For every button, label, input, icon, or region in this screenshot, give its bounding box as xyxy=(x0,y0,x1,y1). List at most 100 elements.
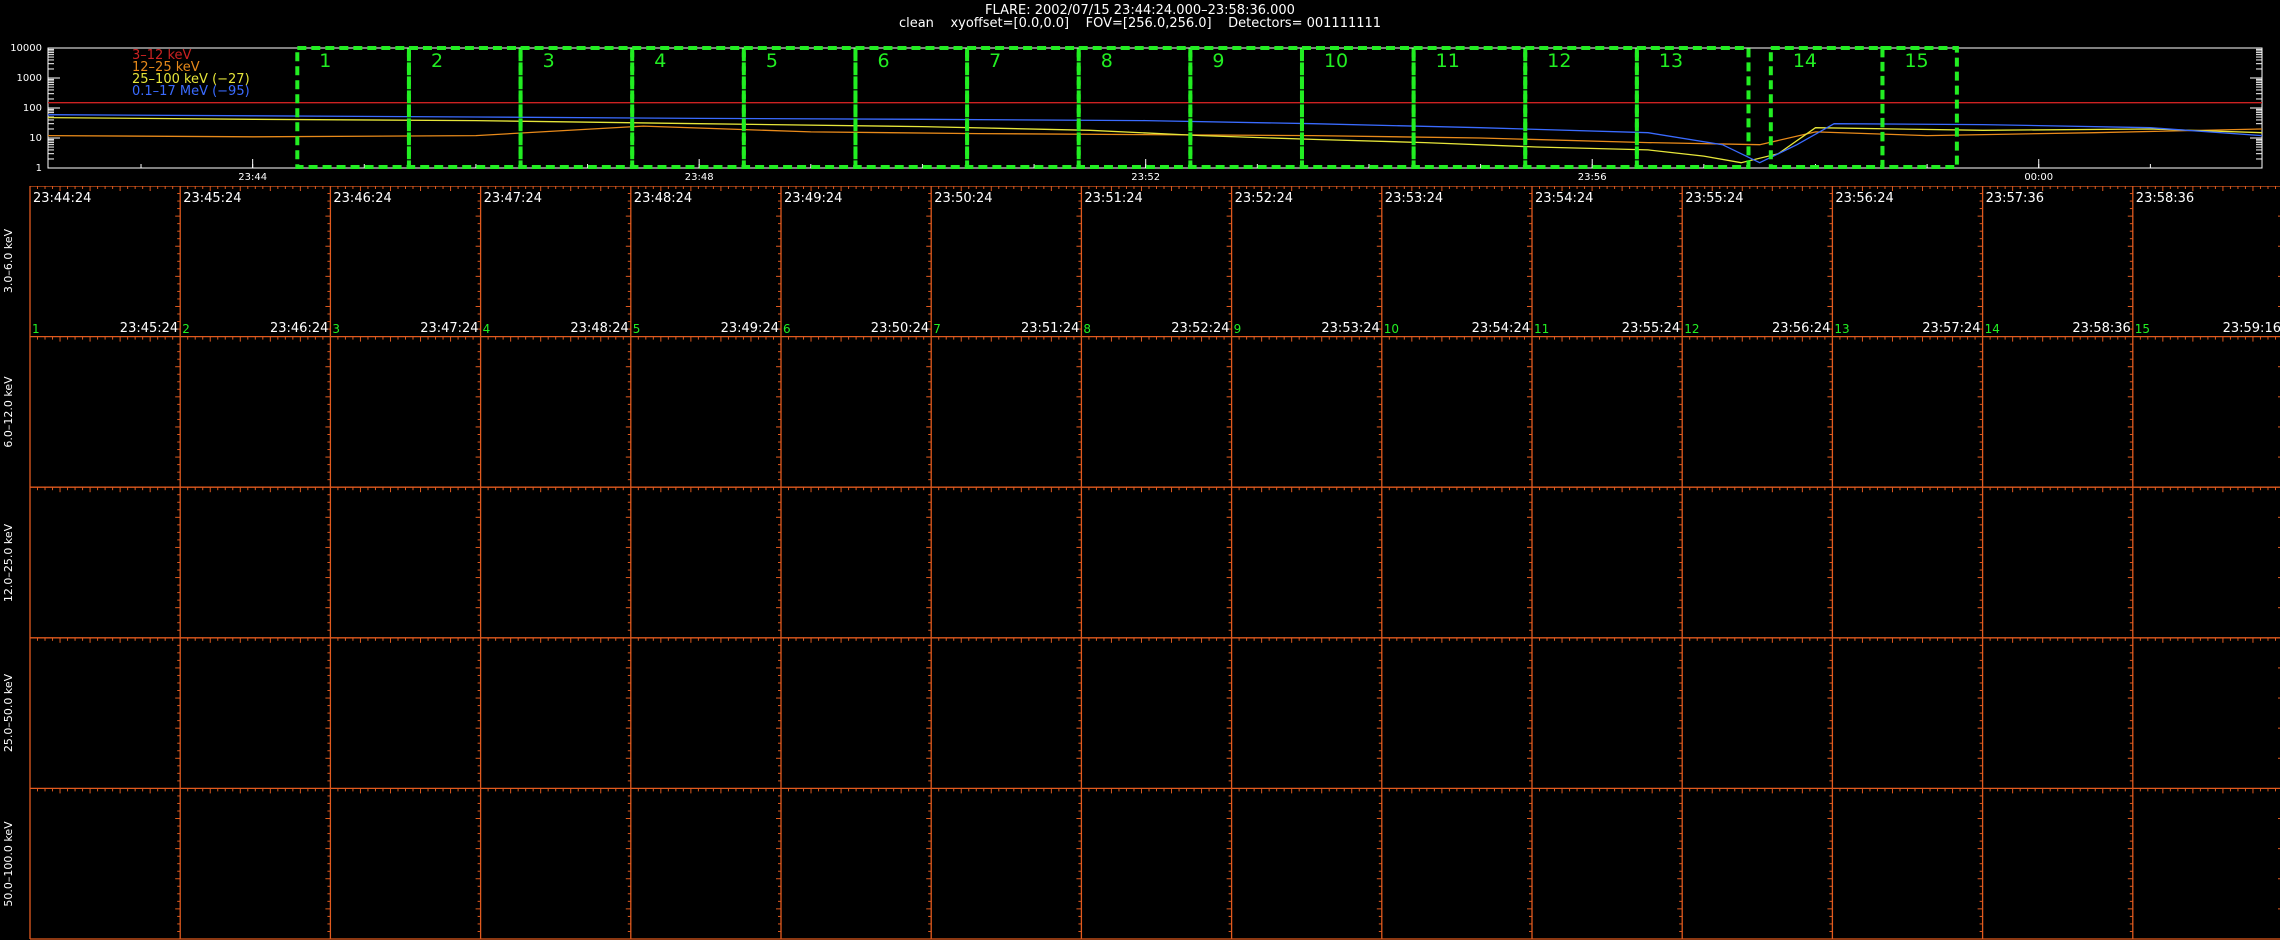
image-panel[interactable]: 23:52:24 9 23:53:24 xyxy=(1232,186,1382,337)
image-panel[interactable] xyxy=(1232,638,1382,789)
image-panel[interactable]: 23:51:24 8 23:52:24 xyxy=(1081,186,1231,337)
interval-label: 2 xyxy=(431,50,443,72)
interval-box xyxy=(965,46,1081,169)
image-panel[interactable] xyxy=(1832,337,1982,488)
image-panel[interactable]: 23:55:24 12 23:56:24 xyxy=(1682,186,1832,337)
image-panel[interactable] xyxy=(180,487,330,638)
row-energy-label: 50.0–100.0 keV xyxy=(2,821,15,907)
image-panel[interactable] xyxy=(1382,337,1532,488)
image-panel[interactable]: 23:56:24 13 23:57:24 xyxy=(1832,186,1982,337)
image-panel[interactable] xyxy=(781,638,931,789)
image-panel[interactable] xyxy=(1081,638,1231,789)
image-panel[interactable] xyxy=(631,638,781,789)
interval-label: 14 xyxy=(1793,50,1817,72)
x-tick-label: 23:56 xyxy=(1578,172,1607,183)
interval-box xyxy=(295,46,411,169)
image-panel[interactable] xyxy=(1682,638,1832,789)
image-panel[interactable] xyxy=(1983,487,2133,638)
image-panel[interactable] xyxy=(931,487,1081,638)
image-panel[interactable] xyxy=(1382,487,1532,638)
image-panel[interactable] xyxy=(931,337,1081,488)
image-panel[interactable] xyxy=(2133,788,2280,939)
image-panel[interactable] xyxy=(1983,337,2133,488)
image-panel[interactable] xyxy=(931,788,1081,939)
image-panel[interactable] xyxy=(1532,638,1682,789)
image-panel[interactable] xyxy=(2133,487,2280,638)
image-panel[interactable] xyxy=(330,788,480,939)
image-panel[interactable] xyxy=(1832,788,1982,939)
image-panel[interactable] xyxy=(2133,638,2280,789)
image-panel[interactable] xyxy=(1983,788,2133,939)
image-panel[interactable] xyxy=(180,337,330,488)
panel-start-time: 23:44:24 xyxy=(33,191,92,206)
image-panel[interactable]: 23:46:24 3 23:47:24 xyxy=(330,186,480,337)
image-panel[interactable]: 23:48:24 5 23:49:24 xyxy=(631,186,781,337)
image-panel[interactable]: 23:45:24 2 23:46:24 xyxy=(180,186,330,337)
image-panel[interactable] xyxy=(2133,337,2280,488)
image-panel[interactable] xyxy=(30,788,180,939)
image-panel[interactable]: 23:44:24 1 23:45:24 xyxy=(30,186,180,337)
image-panel[interactable] xyxy=(781,487,931,638)
image-panel[interactable] xyxy=(481,788,631,939)
image-panel[interactable] xyxy=(781,788,931,939)
image-panel[interactable]: 23:58:36 15 23:59:16 xyxy=(2133,186,2280,337)
y-tick-label: 1 xyxy=(36,163,42,174)
image-panel[interactable] xyxy=(931,638,1081,789)
panel-end-time: 23:54:24 xyxy=(1471,320,1530,336)
image-panel[interactable] xyxy=(631,788,781,939)
panel-interval-number: 10 xyxy=(1383,321,1400,336)
image-panel[interactable]: 23:50:24 7 23:51:24 xyxy=(931,186,1081,337)
image-panel[interactable] xyxy=(481,487,631,638)
interval-box xyxy=(630,46,746,169)
image-panel[interactable] xyxy=(781,337,931,488)
image-panel[interactable] xyxy=(631,487,781,638)
panel-interval-number: 9 xyxy=(1233,321,1242,336)
image-panel[interactable] xyxy=(1682,487,1832,638)
image-panel[interactable] xyxy=(330,337,480,488)
image-panel[interactable] xyxy=(330,638,480,789)
panel-interval-number: 14 xyxy=(1984,321,2000,336)
panel-interval-number: 6 xyxy=(783,321,791,336)
image-grid: 3.0–6.0 keV 6.0–12.0 keV 12.0–25.0 keV 25.0… xyxy=(0,186,2280,940)
interval-label: 11 xyxy=(1436,50,1460,72)
image-panel[interactable] xyxy=(481,638,631,789)
image-panel[interactable] xyxy=(330,487,480,638)
image-panel[interactable] xyxy=(1382,788,1532,939)
panel-interval-number: 2 xyxy=(182,321,190,336)
image-panel[interactable] xyxy=(1232,487,1382,638)
x-tick-label: 23:52 xyxy=(1131,172,1160,183)
image-panel[interactable]: 23:49:24 6 23:50:24 xyxy=(781,186,931,337)
image-panel[interactable] xyxy=(30,638,180,789)
image-panel[interactable] xyxy=(1081,487,1231,638)
image-panel[interactable] xyxy=(1983,638,2133,789)
image-panel[interactable] xyxy=(1532,788,1682,939)
interval-box xyxy=(1299,46,1416,169)
legend-0.1-17mev: 0.1–17 MeV (−95) xyxy=(132,84,250,99)
image-panel[interactable] xyxy=(1081,337,1231,488)
image-panel[interactable] xyxy=(1232,337,1382,488)
image-panel[interactable]: 23:47:24 4 23:48:24 xyxy=(481,186,631,337)
image-panel[interactable] xyxy=(1682,337,1832,488)
image-panel[interactable]: 23:57:36 14 23:58:36 xyxy=(1983,186,2133,337)
image-panel[interactable] xyxy=(481,337,631,488)
image-panel[interactable] xyxy=(1682,788,1832,939)
image-panel[interactable] xyxy=(180,788,330,939)
image-panel[interactable] xyxy=(1382,638,1532,789)
panel-interval-number: 13 xyxy=(1834,321,1850,336)
image-panel[interactable] xyxy=(1832,487,1982,638)
image-panel[interactable] xyxy=(180,638,330,789)
image-panel[interactable] xyxy=(1532,487,1682,638)
image-panel[interactable] xyxy=(631,337,781,488)
y-tick-label: 10000 xyxy=(10,43,42,54)
image-panel[interactable]: 23:54:24 11 23:55:24 xyxy=(1532,186,1682,337)
image-panel[interactable] xyxy=(30,487,180,638)
image-panel[interactable] xyxy=(30,337,180,488)
image-panel[interactable] xyxy=(1532,337,1682,488)
panel-start-time: 23:45:24 xyxy=(183,191,242,206)
image-panel[interactable] xyxy=(1832,638,1982,789)
panel-start-time: 23:46:24 xyxy=(333,191,392,206)
image-panel[interactable]: 23:53:24 10 23:54:24 xyxy=(1382,186,1532,337)
image-panel[interactable] xyxy=(1232,788,1382,939)
image-panel[interactable] xyxy=(1081,788,1231,939)
interval-label: 6 xyxy=(877,50,889,72)
